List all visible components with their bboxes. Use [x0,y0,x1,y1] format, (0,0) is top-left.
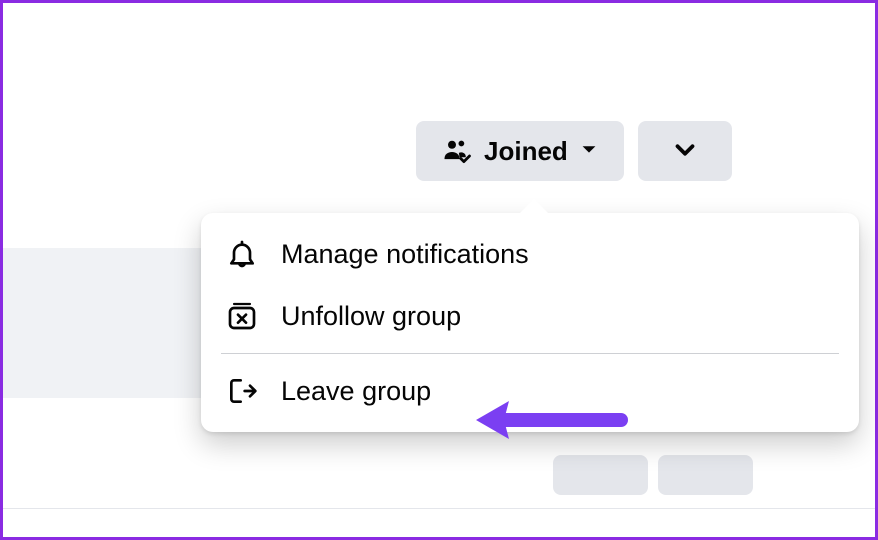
unfollow-group-item[interactable]: Unfollow group [201,285,859,347]
manage-notifications-item[interactable]: Manage notifications [201,223,859,285]
joined-button-label: Joined [484,136,568,167]
footer-button-placeholder [553,455,648,495]
caret-down-icon [578,136,600,167]
menu-item-label: Manage notifications [281,239,529,270]
menu-divider [221,353,839,354]
bell-icon [225,237,259,271]
menu-item-label: Leave group [281,376,431,407]
footer-divider [3,508,875,509]
joined-dropdown-menu: Manage notifications Unfollow group Leav… [201,213,859,432]
footer-buttons [553,455,753,495]
sidebar-placeholder [3,248,213,398]
leave-icon [225,374,259,408]
joined-button[interactable]: Joined [416,121,624,181]
leave-group-item[interactable]: Leave group [201,360,859,422]
footer-button-placeholder [658,455,753,495]
menu-item-label: Unfollow group [281,301,461,332]
more-actions-button[interactable] [638,121,732,181]
group-action-buttons: Joined [416,121,732,181]
chevron-down-icon [670,135,700,168]
group-members-icon [440,134,474,168]
unfollow-icon [225,299,259,333]
